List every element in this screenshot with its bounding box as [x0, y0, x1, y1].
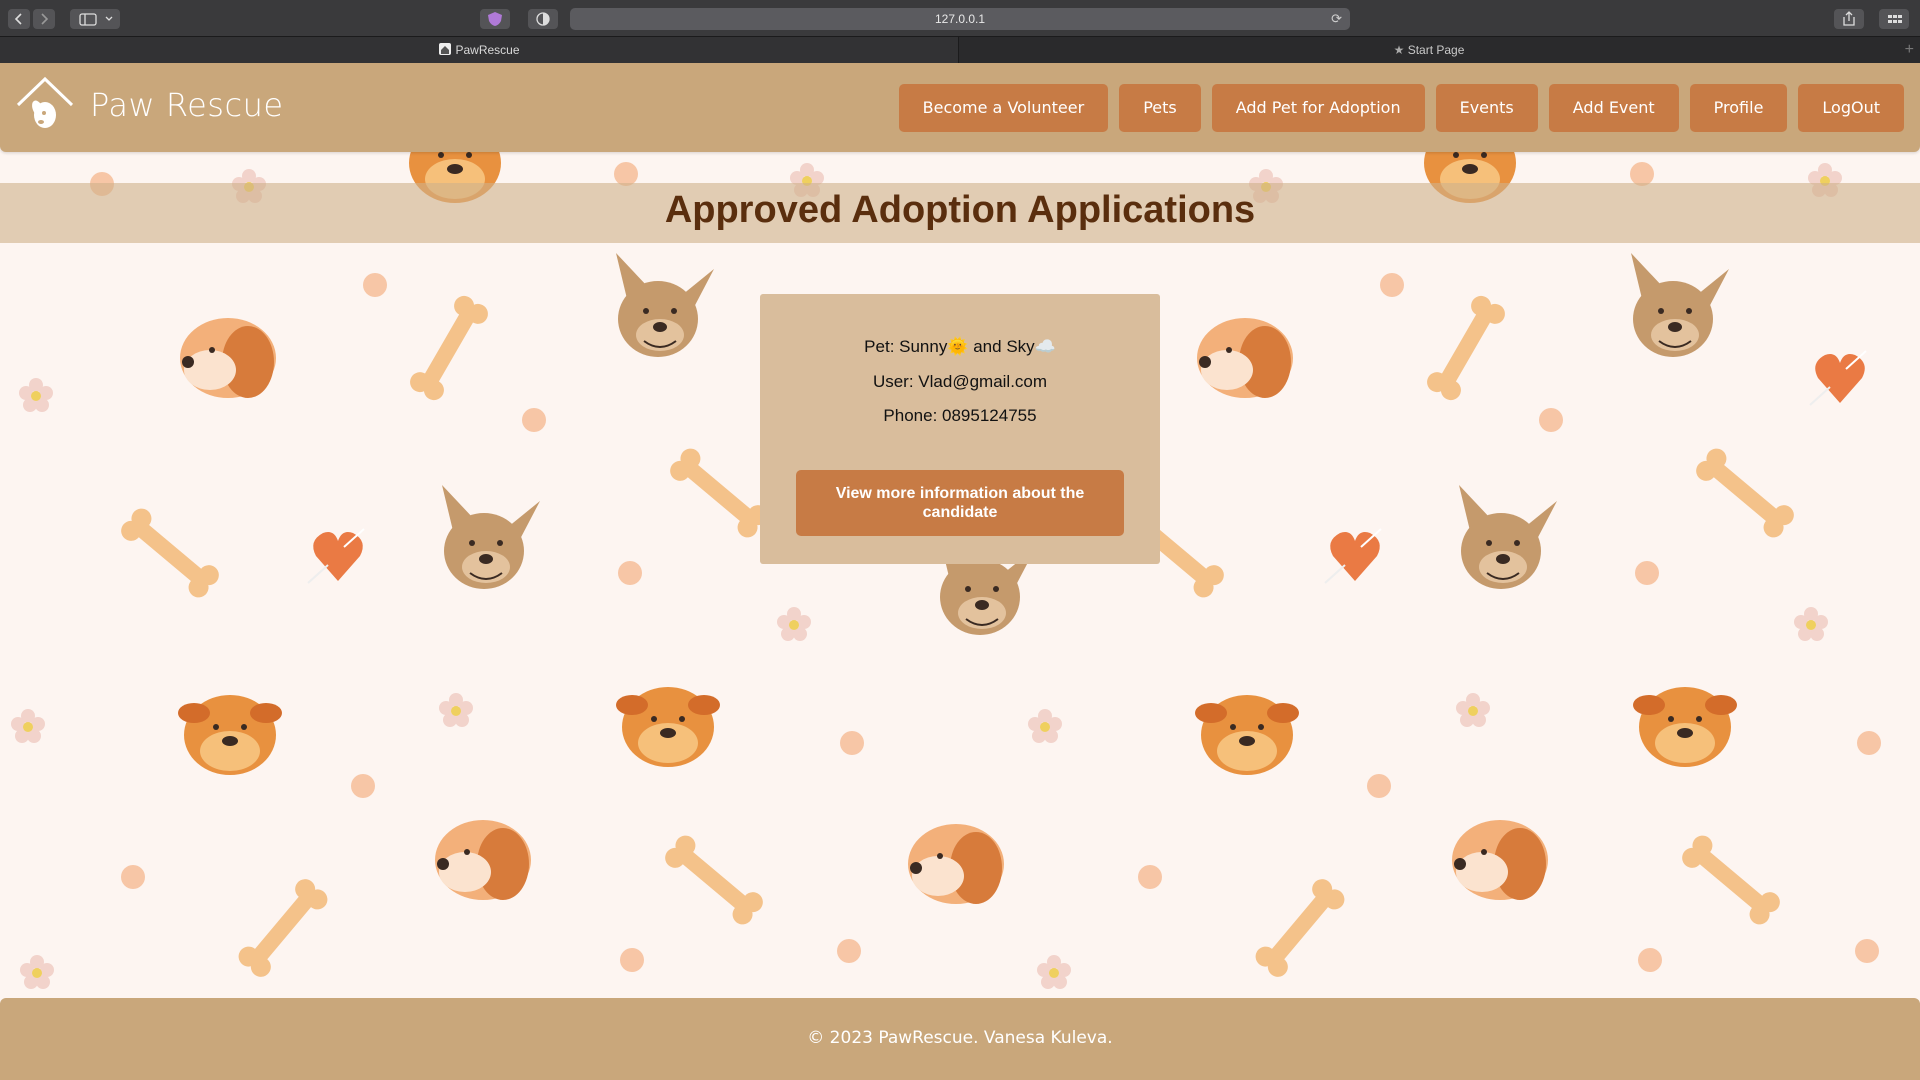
page-title: Approved Adoption Applications [664, 189, 1256, 231]
web-page: Paw Rescue Become a Volunteer Pets Add P… [0, 63, 1920, 1080]
nav-add-event-button[interactable]: Add Event [1548, 84, 1679, 132]
contrast-icon [536, 12, 550, 26]
chevron-right-icon [41, 13, 49, 25]
chevron-left-icon [14, 13, 22, 25]
tab-label: PawRescue [455, 43, 520, 57]
nav-links: Become a Volunteer Pets Add Pet for Adop… [898, 84, 1904, 132]
reader-mode-button[interactable] [528, 9, 558, 29]
share-icon [1843, 11, 1855, 26]
nav-become-volunteer-button[interactable]: Become a Volunteer [898, 84, 1109, 132]
shield-icon [488, 12, 502, 26]
url-text: 127.0.0.1 [934, 12, 986, 26]
navbar: Paw Rescue Become a Volunteer Pets Add P… [0, 63, 1920, 152]
star-icon: ★ [1393, 43, 1405, 57]
new-tab-icon[interactable]: + [1905, 37, 1914, 63]
user-line: User: Vlad@gmail.com [872, 372, 1048, 391]
tab-overview-button[interactable] [1879, 9, 1909, 29]
pet-line: Pet: Sunny🌞 and Sky☁️ [864, 337, 1056, 356]
tab-start-page[interactable]: ★ Start Page [959, 37, 1899, 63]
grid-icon [1888, 15, 1902, 23]
back-button[interactable] [8, 9, 30, 29]
paw-rescue-logo-icon[interactable] [14, 75, 76, 137]
view-candidate-button[interactable]: View more information about the candidat… [796, 470, 1124, 536]
sidebar-icon [79, 13, 113, 26]
footer-copyright: © 2023 PawRescue. Vanesa Kuleva. [807, 1028, 1113, 1048]
house-icon [439, 43, 452, 55]
nav-profile-button[interactable]: Profile [1689, 84, 1788, 132]
forward-button[interactable] [33, 9, 55, 29]
footer: © 2023 PawRescue. Vanesa Kuleva. [0, 998, 1920, 1080]
application-card: Pet: Sunny🌞 and Sky☁️ User: Vlad@gmail.c… [760, 294, 1160, 564]
share-button[interactable] [1834, 9, 1864, 29]
nav-logout-button[interactable]: LogOut [1798, 84, 1904, 132]
nav-add-pet-button[interactable]: Add Pet for Adoption [1211, 84, 1425, 132]
browser-toolbar: 127.0.0.1 ⟳ [0, 0, 1920, 36]
brand-name[interactable]: Paw Rescue [90, 86, 284, 124]
nav-events-button[interactable]: Events [1435, 84, 1538, 132]
privacy-shield-button[interactable] [480, 9, 510, 29]
tab-label: Start Page [1407, 43, 1465, 57]
nav-pets-button[interactable]: Pets [1119, 84, 1201, 132]
reload-icon[interactable]: ⟳ [1331, 8, 1342, 30]
phone-line: Phone: 0895124755 [883, 406, 1037, 425]
address-bar[interactable]: 127.0.0.1 ⟳ [570, 8, 1350, 30]
tab-bar: PawRescue ★ Start Page + [0, 36, 1920, 63]
sidebar-toggle-button[interactable] [70, 9, 120, 29]
tab-pawrescue[interactable]: PawRescue [0, 37, 959, 63]
